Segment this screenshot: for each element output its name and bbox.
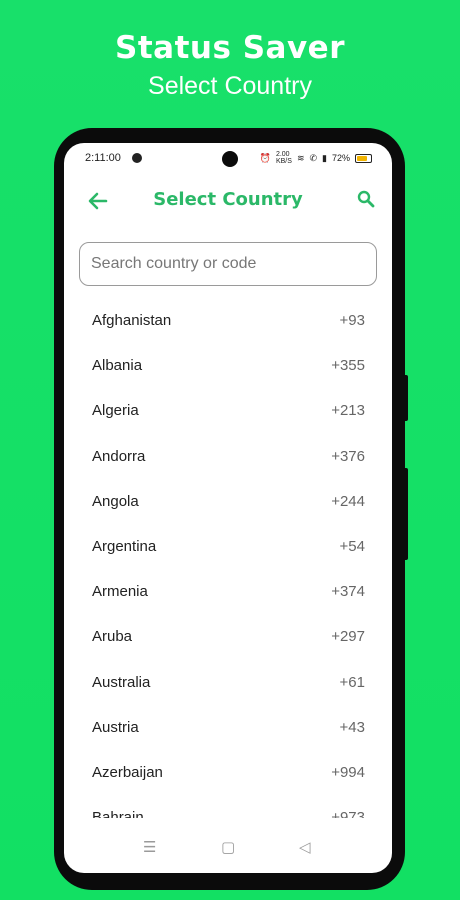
country-name: Aruba bbox=[92, 628, 133, 646]
net-speed: 2.00 KB/S bbox=[275, 151, 292, 165]
power-button bbox=[403, 468, 408, 560]
home-square-icon[interactable]: ▢ bbox=[221, 838, 235, 856]
country-code: +994 bbox=[331, 764, 365, 781]
country-row[interactable]: Bahrain +973 bbox=[64, 795, 392, 818]
promo-subtitle: Select Country bbox=[148, 72, 312, 100]
country-code: +213 bbox=[331, 402, 365, 420]
country-code: +355 bbox=[331, 357, 365, 375]
promo-title: Status Saver bbox=[115, 30, 345, 66]
country-code: +376 bbox=[331, 447, 365, 465]
country-name: Albania bbox=[92, 357, 143, 375]
front-camera bbox=[222, 151, 238, 167]
country-name: Bahrain bbox=[92, 809, 144, 818]
country-row[interactable]: Australia +61 bbox=[64, 660, 392, 705]
call-icon: ✆ bbox=[309, 152, 318, 163]
country-row[interactable]: Angola +244 bbox=[64, 479, 392, 524]
country-name: Australia bbox=[92, 673, 151, 691]
signal-icon: ▮ bbox=[322, 152, 327, 163]
country-name: Armenia bbox=[92, 583, 148, 601]
app-bar: Select Country bbox=[64, 183, 392, 223]
country-name: Azerbaijan bbox=[92, 764, 163, 781]
country-code: +297 bbox=[331, 628, 365, 646]
country-code: +374 bbox=[331, 583, 365, 601]
status-icons: ⏰ 2.00 KB/S ≋ ✆ ▮ 72% bbox=[260, 151, 372, 165]
search-icon[interactable] bbox=[356, 189, 376, 209]
search-input[interactable] bbox=[80, 243, 376, 285]
notification-icon bbox=[132, 153, 142, 163]
country-list[interactable]: Afghanistan +93 Albania +355 Algeria +213 Ando… bbox=[64, 298, 392, 818]
country-row[interactable]: Afghanistan +93 bbox=[64, 298, 392, 343]
status-time: 2:11:00 bbox=[85, 152, 121, 164]
country-code: +973 bbox=[331, 809, 365, 818]
country-row[interactable]: Austria +43 bbox=[64, 705, 392, 750]
status-bar: 2:11:00 ⏰ 2.00 KB/S ≋ ✆ ▮ 72% bbox=[64, 143, 392, 173]
country-name: Angola bbox=[92, 492, 139, 510]
country-row[interactable]: Armenia +374 bbox=[64, 569, 392, 614]
country-name: Andorra bbox=[92, 447, 146, 465]
page-title: Select Country bbox=[153, 189, 303, 210]
country-name: Argentina bbox=[92, 538, 157, 555]
country-code: +54 bbox=[339, 538, 365, 555]
country-name: Afghanistan bbox=[92, 312, 172, 329]
country-row[interactable]: Albania +355 bbox=[64, 343, 392, 388]
phone-screen: 2:11:00 ⏰ 2.00 KB/S ≋ ✆ ▮ 72% Select Cou… bbox=[64, 143, 392, 873]
alarm-icon: ⏰ bbox=[259, 152, 271, 163]
back-triangle-icon[interactable]: ◁ bbox=[299, 838, 311, 856]
search-field[interactable] bbox=[79, 242, 377, 286]
country-row[interactable]: Argentina +54 bbox=[64, 524, 392, 569]
country-code: +93 bbox=[339, 312, 365, 329]
country-row[interactable]: Algeria +213 bbox=[64, 388, 392, 433]
volume-button bbox=[403, 375, 408, 421]
country-code: +244 bbox=[331, 492, 365, 510]
battery-percent: 72% bbox=[331, 153, 350, 163]
country-row[interactable]: Azerbaijan +994 bbox=[64, 750, 392, 795]
country-code: +43 bbox=[339, 718, 365, 736]
country-name: Algeria bbox=[92, 402, 139, 420]
country-row[interactable]: Aruba +297 bbox=[64, 614, 392, 659]
battery-icon bbox=[355, 153, 372, 163]
wifi-icon: ≋ bbox=[296, 152, 305, 163]
menu-icon[interactable]: ☰ bbox=[143, 838, 156, 856]
country-row[interactable]: Andorra +376 bbox=[64, 434, 392, 479]
system-nav-bar: ☰ ▢ ◁ bbox=[64, 823, 392, 873]
country-name: Austria bbox=[92, 718, 139, 736]
country-code: +61 bbox=[339, 673, 365, 691]
